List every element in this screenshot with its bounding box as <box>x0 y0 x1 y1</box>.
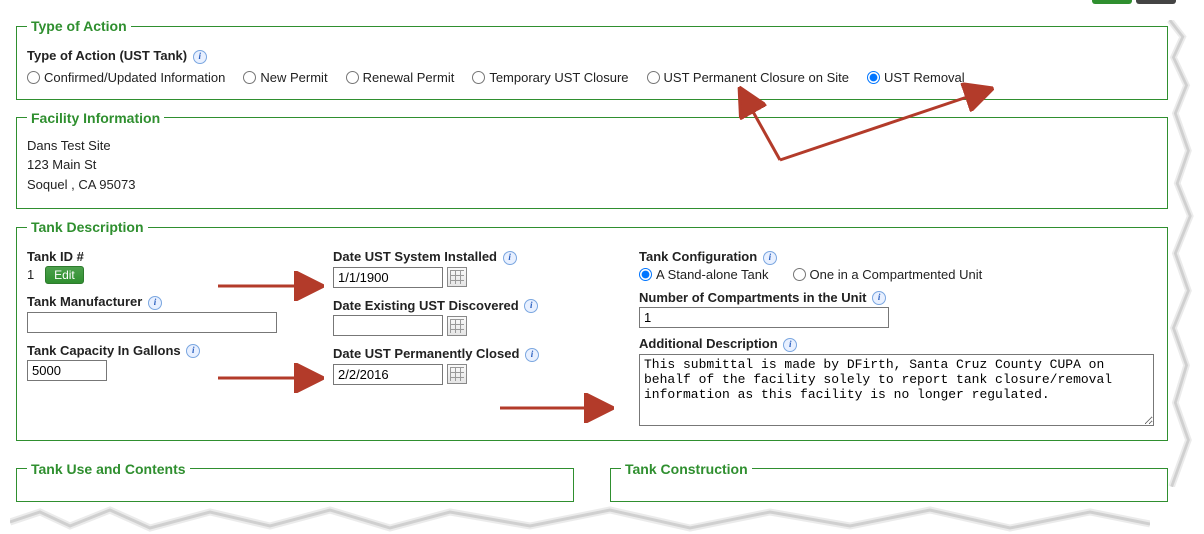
date-discovered-input[interactable] <box>333 315 443 336</box>
type-of-action-label: Type of Action (UST Tank) i <box>27 48 1157 64</box>
radio-confirmed-updated-input[interactable] <box>27 71 40 84</box>
radio-compartmented-unit-input[interactable] <box>793 268 806 281</box>
radio-compartmented-unit[interactable]: One in a Compartmented Unit <box>793 267 983 282</box>
calendar-icon[interactable] <box>447 267 467 287</box>
help-icon[interactable]: i <box>524 299 538 313</box>
calendar-icon[interactable] <box>447 364 467 384</box>
radio-new-permit[interactable]: New Permit <box>243 70 327 85</box>
facility-city-state-zip: Soquel , CA 95073 <box>27 175 1157 195</box>
tank-manufacturer-label: Tank Manufacturer i <box>27 294 297 310</box>
help-icon[interactable]: i <box>503 251 517 265</box>
torn-edge-bottom <box>10 504 1150 534</box>
radio-renewal-permit-input[interactable] <box>346 71 359 84</box>
radio-renewal-permit[interactable]: Renewal Permit <box>346 70 455 85</box>
date-installed-input[interactable] <box>333 267 443 288</box>
type-of-action-radio-group: Confirmed/Updated Information New Permit… <box>27 70 1157 85</box>
facility-information-legend: Facility Information <box>27 110 164 126</box>
tank-description-legend: Tank Description <box>27 219 148 235</box>
help-icon[interactable]: i <box>783 338 797 352</box>
help-icon[interactable]: i <box>763 251 777 265</box>
tank-configuration-label: Tank Configuration i <box>639 249 1157 265</box>
radio-ust-removal[interactable]: UST Removal <box>867 70 965 85</box>
date-closed-label: Date UST Permanently Closed i <box>333 346 603 362</box>
radio-confirmed-updated[interactable]: Confirmed/Updated Information <box>27 70 225 85</box>
help-icon[interactable]: i <box>872 291 886 305</box>
additional-description-textarea[interactable] <box>639 354 1154 426</box>
radio-new-permit-input[interactable] <box>243 71 256 84</box>
tank-construction-legend: Tank Construction <box>621 461 752 477</box>
torn-edge-right <box>1166 20 1194 487</box>
tank-id-value: 1 <box>27 267 34 282</box>
tank-capacity-input[interactable] <box>27 360 107 381</box>
facility-information-section: Facility Information Dans Test Site 123 … <box>16 110 1168 210</box>
top-green-button-sliver <box>1092 0 1132 4</box>
compartment-count-input[interactable] <box>639 307 889 328</box>
calendar-icon[interactable] <box>447 316 467 336</box>
radio-permanent-closure[interactable]: UST Permanent Closure on Site <box>647 70 849 85</box>
tank-use-contents-legend: Tank Use and Contents <box>27 461 190 477</box>
facility-street: 123 Main St <box>27 155 1157 175</box>
date-discovered-label: Date Existing UST Discovered i <box>333 298 603 314</box>
help-icon[interactable]: i <box>148 296 162 310</box>
top-dark-button-sliver <box>1136 0 1176 4</box>
tank-capacity-label: Tank Capacity In Gallons i <box>27 343 297 359</box>
radio-standalone-tank[interactable]: A Stand-alone Tank <box>639 267 769 282</box>
tank-use-contents-section: Tank Use and Contents <box>16 461 574 502</box>
tank-id-label: Tank ID # <box>27 249 297 264</box>
radio-standalone-tank-input[interactable] <box>639 268 652 281</box>
facility-name: Dans Test Site <box>27 136 1157 156</box>
help-icon[interactable]: i <box>525 348 539 362</box>
radio-permanent-closure-input[interactable] <box>647 71 660 84</box>
additional-description-label: Additional Description i <box>639 336 1157 352</box>
radio-ust-removal-input[interactable] <box>867 71 880 84</box>
radio-temporary-closure-input[interactable] <box>472 71 485 84</box>
type-of-action-legend: Type of Action <box>27 18 131 34</box>
edit-button[interactable]: Edit <box>45 266 84 284</box>
date-installed-label: Date UST System Installed i <box>333 249 603 265</box>
tank-description-section: Tank Description Tank ID # 1 Edit Tank M… <box>16 219 1168 441</box>
radio-temporary-closure[interactable]: Temporary UST Closure <box>472 70 628 85</box>
type-of-action-section: Type of Action Type of Action (UST Tank)… <box>16 18 1168 100</box>
help-icon[interactable]: i <box>186 344 200 358</box>
tank-manufacturer-input[interactable] <box>27 312 277 333</box>
tank-construction-section: Tank Construction <box>610 461 1168 502</box>
top-button-slivers <box>1092 0 1176 4</box>
help-icon[interactable]: i <box>193 50 207 64</box>
date-closed-input[interactable] <box>333 364 443 385</box>
compartment-count-label: Number of Compartments in the Unit i <box>639 290 1157 306</box>
